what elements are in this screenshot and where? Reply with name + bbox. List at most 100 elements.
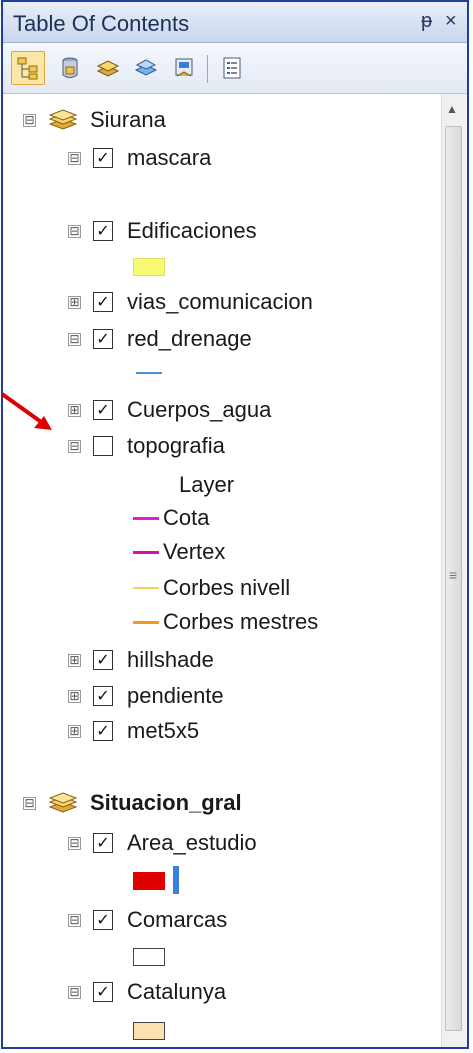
legend-line-symbol	[133, 587, 159, 589]
vertical-scrollbar[interactable]: ▲ ≡	[441, 94, 467, 1047]
annotation-arrow-icon	[0, 392, 52, 430]
legend-line-symbol	[133, 620, 159, 624]
group-row-siurana[interactable]: ⊟ Siurana	[23, 104, 166, 136]
layer-group-icon	[48, 109, 78, 130]
visibility-checkbox[interactable]	[93, 436, 113, 456]
collapse-icon[interactable]: ⊟	[68, 151, 81, 165]
database-icon	[62, 57, 78, 78]
layer-stack-icon	[96, 60, 120, 77]
layer-row-edificaciones[interactable]: ⊟ ✓ Edificaciones	[68, 215, 257, 247]
comarcas-swatch	[133, 948, 165, 966]
collapse-icon[interactable]: ⊟	[68, 224, 81, 238]
layers-tree-icon	[17, 57, 38, 80]
area-estudio-secondary-swatch	[173, 866, 179, 894]
visibility-checkbox[interactable]: ✓	[93, 650, 113, 670]
layer-label: red_drenage	[127, 326, 252, 351]
layer-label: Area_estudio	[127, 830, 257, 855]
layer-row-area-estudio[interactable]: ⊟ ✓ Area_estudio	[68, 827, 257, 859]
legend-label: Cota	[163, 505, 210, 530]
collapse-icon[interactable]: ⊟	[68, 913, 81, 927]
legend-label: Corbes mestres	[163, 609, 319, 634]
group-label: Situacion_gral	[90, 790, 242, 815]
toolbar-separator	[207, 55, 208, 83]
visibility-checkbox[interactable]: ✓	[93, 148, 113, 168]
visibility-checkbox[interactable]: ✓	[93, 329, 113, 349]
layer-group-icon	[48, 792, 78, 813]
visibility-checkbox[interactable]: ✓	[93, 221, 113, 241]
layer-row-catalunya[interactable]: ⊟ ✓ Catalunya	[68, 976, 226, 1008]
visibility-checkbox[interactable]: ✓	[93, 686, 113, 706]
list-by-source-alt-button[interactable]	[167, 51, 201, 85]
layer-source-icon	[175, 58, 193, 77]
legend-label: Corbes nivell	[163, 575, 291, 600]
visibility-checkbox[interactable]: ✓	[93, 721, 113, 741]
legend-label: Vertex	[163, 539, 226, 564]
panel-title: Table Of Contents	[13, 11, 190, 36]
selection-icon	[134, 59, 158, 76]
close-icon[interactable]: ×	[445, 10, 457, 33]
legend-line-symbol	[133, 550, 159, 554]
visibility-checkbox[interactable]: ✓	[93, 400, 113, 420]
visibility-checkbox[interactable]: ✓	[93, 833, 113, 853]
collapse-icon[interactable]: ⊟	[23, 113, 36, 127]
layer-row-comarcas[interactable]: ⊟ ✓ Comarcas	[68, 904, 227, 936]
layer-label: pendiente	[127, 683, 224, 708]
list-by-visibility-button[interactable]	[91, 51, 125, 85]
layer-label: topografia	[127, 433, 225, 458]
legend-item-vertex: Vertex	[133, 536, 225, 568]
expand-icon[interactable]: ⊞	[68, 689, 81, 703]
layer-row-hillshade[interactable]: ⊞ ✓ hillshade	[68, 644, 214, 676]
group-row-situacion-gral[interactable]: ⊟ Situacion_gral	[23, 787, 242, 819]
layer-row-cuerpos-agua[interactable]: ⊞ ✓ Cuerpos_agua	[68, 394, 271, 426]
layer-row-vias-comunicacion[interactable]: ⊞ ✓ vias_comunicacion	[68, 286, 313, 318]
grip-icon: ≡	[449, 567, 458, 583]
toc-toolbar	[3, 43, 467, 94]
list-by-selection-button[interactable]	[129, 51, 163, 85]
group-label: Siurana	[90, 107, 166, 132]
collapse-icon[interactable]: ⊟	[68, 836, 81, 850]
options-button[interactable]	[215, 51, 249, 85]
legend-line-symbol	[133, 516, 159, 520]
legend-item-cota: Cota	[133, 502, 209, 534]
legend-item-corbes-nivell: Corbes nivell	[133, 572, 290, 604]
collapse-icon[interactable]: ⊟	[68, 985, 81, 999]
table-of-contents-panel: Table Of Contents ᵽ × ⊟ Siurana ⊟ ✓ masc…	[1, 0, 469, 1049]
layer-label: mascara	[127, 145, 212, 170]
legend-item-corbes-mestres: Corbes mestres	[133, 606, 318, 638]
legend-header: Layer	[179, 472, 235, 497]
layer-label: Cuerpos_agua	[127, 397, 272, 422]
visibility-checkbox[interactable]: ✓	[93, 292, 113, 312]
options-list-icon	[223, 57, 241, 79]
collapse-icon[interactable]: ⊟	[68, 332, 81, 346]
list-by-drawing-order-button[interactable]	[11, 51, 45, 85]
layer-row-red-drenage[interactable]: ⊟ ✓ red_drenage	[68, 323, 252, 355]
pin-icon[interactable]: ᵽ	[421, 10, 432, 33]
layer-label: Catalunya	[127, 979, 227, 1004]
expand-icon[interactable]: ⊞	[68, 724, 81, 738]
layer-row-met5x5[interactable]: ⊞ ✓ met5x5	[68, 715, 199, 747]
area-estudio-swatch	[133, 872, 165, 890]
layer-row-pendiente[interactable]: ⊞ ✓ pendiente	[68, 680, 224, 712]
layer-label: Edificaciones	[127, 218, 257, 243]
collapse-icon[interactable]: ⊟	[68, 439, 81, 453]
scroll-thumb[interactable]: ≡	[445, 126, 462, 1031]
layer-tree: ⊟ Siurana ⊟ ✓ mascara ⊟ ✓ Edificaciones …	[3, 94, 442, 1047]
layer-label: met5x5	[127, 718, 200, 743]
layer-row-mascara[interactable]: ⊟ ✓ mascara	[68, 142, 211, 174]
scroll-up-icon[interactable]: ▲	[446, 102, 458, 116]
collapse-icon[interactable]: ⊟	[23, 796, 36, 810]
edificaciones-swatch	[133, 258, 165, 276]
expand-icon[interactable]: ⊞	[68, 653, 81, 667]
visibility-checkbox[interactable]: ✓	[93, 982, 113, 1002]
visibility-checkbox[interactable]: ✓	[93, 910, 113, 930]
expand-icon[interactable]: ⊞	[68, 295, 81, 309]
layer-label: Comarcas	[127, 907, 228, 932]
catalunya-swatch	[133, 1022, 165, 1040]
red-drenage-line-symbol	[136, 372, 162, 374]
layer-row-topografia[interactable]: ⊟ topografia	[68, 430, 225, 462]
layer-label: hillshade	[127, 647, 214, 672]
expand-icon[interactable]: ⊞	[68, 403, 81, 417]
list-by-source-button[interactable]	[53, 51, 87, 85]
title-bar[interactable]: Table Of Contents ᵽ ×	[3, 2, 467, 43]
layer-label: vias_comunicacion	[127, 289, 313, 314]
